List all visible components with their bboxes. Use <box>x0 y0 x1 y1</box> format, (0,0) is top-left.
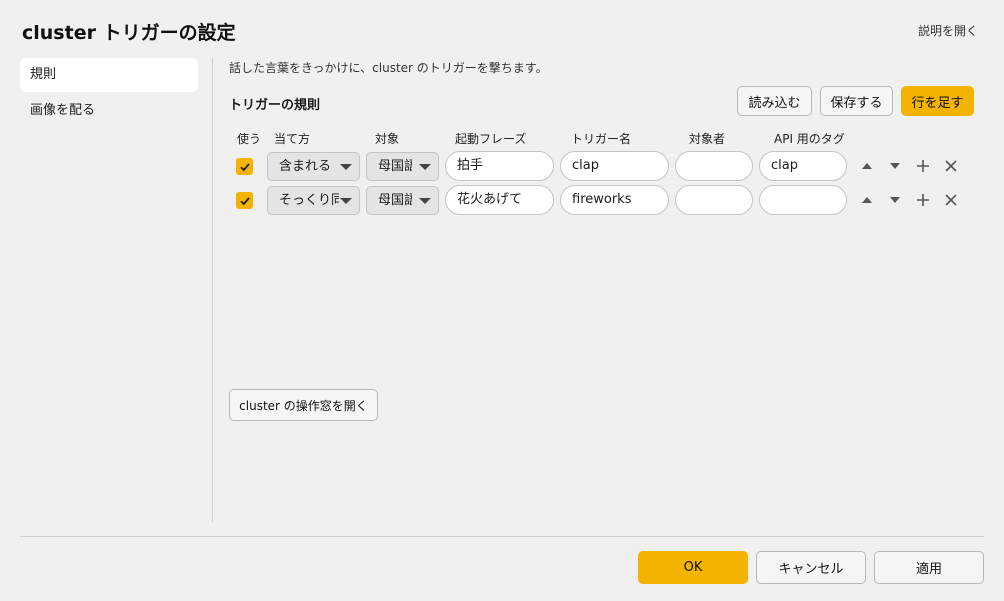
column-header-trigger-name: トリガー名 <box>571 132 632 146</box>
triangle-down-icon[interactable] <box>887 158 903 174</box>
target-user-input[interactable] <box>675 151 753 181</box>
open-control-panel-button[interactable]: cluster の操作窓を開く <box>229 389 378 421</box>
window-title: cluster トリガーの設定 <box>22 22 236 44</box>
table-row: 含まれる 母国語 拍手 clap clap <box>229 150 979 184</box>
use-checkbox[interactable] <box>236 158 253 175</box>
apply-button[interactable]: 適用 <box>874 551 984 584</box>
column-headers: 使う 当て方 対象 起動フレーズ トリガー名 対象者 API 用のタグ <box>229 124 979 150</box>
column-header-use: 使う <box>237 132 262 146</box>
column-header-phrase: 起動フレーズ <box>455 132 527 146</box>
target-value: 母国語 <box>378 193 412 208</box>
footer-divider <box>20 536 984 537</box>
sidebar-item-rules[interactable]: 規則 <box>20 58 198 92</box>
match-mode-select[interactable]: 含まれる <box>267 152 360 181</box>
target-select[interactable]: 母国語 <box>366 186 439 215</box>
table-row: そっくり同じ 母国語 花火あげて fireworks <box>229 184 979 218</box>
match-mode-value: そっくり同じ <box>279 193 339 208</box>
chevron-down-icon <box>340 198 352 204</box>
triangle-down-icon[interactable] <box>887 192 903 208</box>
column-header-match-mode: 当て方 <box>274 132 311 146</box>
target-user-input[interactable] <box>675 185 753 215</box>
triangle-up-icon[interactable] <box>859 192 875 208</box>
vertical-divider <box>212 58 213 522</box>
column-header-api-tag: API 用のタグ <box>774 132 845 146</box>
chevron-down-icon <box>419 164 431 170</box>
plus-icon[interactable] <box>915 158 931 174</box>
close-icon[interactable] <box>943 192 959 208</box>
target-select[interactable]: 母国語 <box>366 152 439 181</box>
help-link[interactable]: 説明を開く <box>918 22 978 39</box>
match-mode-value: 含まれる <box>279 159 332 174</box>
phrase-input[interactable]: 拍手 <box>445 151 554 181</box>
plus-icon[interactable] <box>915 192 931 208</box>
phrase-input[interactable]: 花火あげて <box>445 185 554 215</box>
load-button[interactable]: 読み込む <box>737 86 812 116</box>
use-checkbox[interactable] <box>236 192 253 209</box>
save-button[interactable]: 保存する <box>820 86 893 116</box>
cancel-button[interactable]: キャンセル <box>756 551 866 584</box>
column-header-target-user: 対象者 <box>689 132 726 146</box>
sidebar-item-distribute-images[interactable]: 画像を配る <box>20 94 198 128</box>
description-text: 話した言葉をきっかけに、cluster のトリガーを撃ちます。 <box>229 61 548 75</box>
column-header-target: 対象 <box>375 132 400 146</box>
match-mode-select[interactable]: そっくり同じ <box>267 186 360 215</box>
rules-title: トリガーの規則 <box>229 98 321 113</box>
chevron-down-icon <box>419 198 431 204</box>
main-panel: 話した言葉をきっかけに、cluster のトリガーを撃ちます。 トリガーの規則 … <box>229 58 979 218</box>
triangle-up-icon[interactable] <box>859 158 875 174</box>
check-icon <box>239 196 250 205</box>
ok-button[interactable]: OK <box>638 551 748 584</box>
api-tag-input[interactable] <box>759 185 847 215</box>
chevron-down-icon <box>340 164 352 170</box>
add-row-button[interactable]: 行を足す <box>901 86 974 116</box>
check-icon <box>239 162 250 171</box>
trigger-name-input[interactable]: fireworks <box>560 185 669 215</box>
api-tag-input[interactable]: clap <box>759 151 847 181</box>
sidebar: 規則 画像を配る <box>20 58 198 130</box>
trigger-name-input[interactable]: clap <box>560 151 669 181</box>
close-icon[interactable] <box>943 158 959 174</box>
rules-header: トリガーの規則 読み込む 保存する 行を足す <box>229 86 979 124</box>
target-value: 母国語 <box>378 159 412 174</box>
